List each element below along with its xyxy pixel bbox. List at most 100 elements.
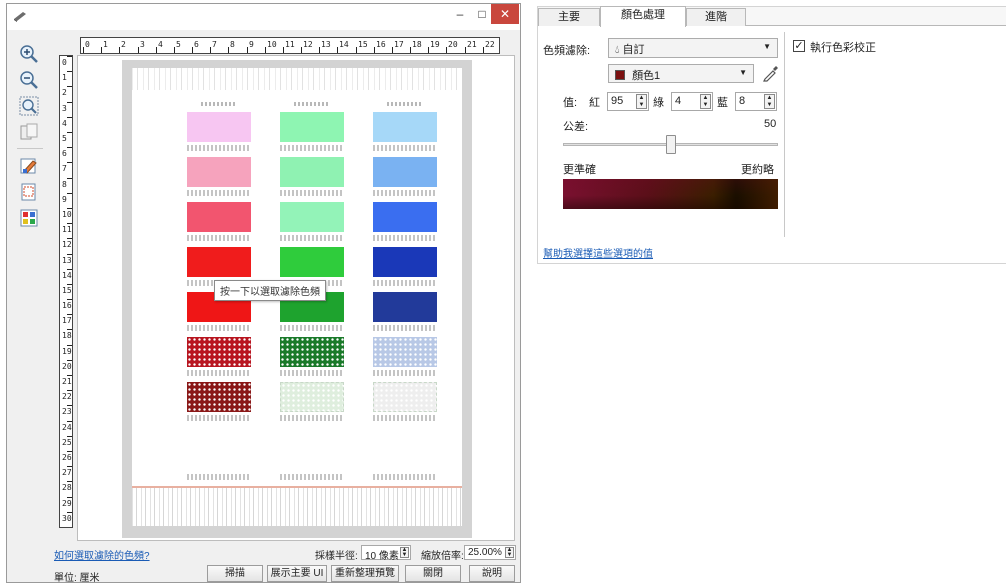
color-swatch-sample[interactable]: [187, 157, 251, 187]
swatch-label-noise: [373, 415, 437, 421]
red-value: 95: [611, 95, 624, 107]
ruler-label: 1: [103, 40, 108, 49]
color-swatch-sample[interactable]: [280, 157, 344, 187]
swatch-label-noise: [373, 474, 437, 480]
color-swatch-sample[interactable]: [280, 202, 344, 232]
horizontal-ruler: 0 1 2 3 4 5 6 7 8 9 10 11 12 13 14 15 16 17 18 19 20 21 22: [80, 37, 500, 54]
blue-value-stepper[interactable]: 8 ▲ ▼: [735, 92, 777, 111]
ruler-tick: [67, 132, 72, 133]
tab-advanced[interactable]: 進階: [686, 8, 746, 26]
close-window-button[interactable]: ✕: [491, 4, 519, 24]
page-fit-button[interactable]: [17, 120, 39, 142]
ruler-label: 22: [62, 392, 72, 401]
color-swatch-sample[interactable]: [373, 202, 437, 232]
color-dropout-label: 色頻濾除:: [543, 45, 591, 57]
ruler-tick: [174, 47, 175, 53]
scan-button[interactable]: 掃描: [207, 565, 263, 582]
color-pick-button[interactable]: [17, 154, 39, 176]
color-swatch-sample[interactable]: [187, 112, 251, 142]
color-swatch-sample[interactable]: [187, 382, 251, 412]
ruler-label: 18: [412, 40, 422, 49]
blue-value: 8: [739, 95, 746, 107]
color-swatch-sample[interactable]: [373, 337, 437, 367]
eyedropper-icon[interactable]: [762, 64, 780, 82]
ruler-label: 13: [62, 256, 72, 265]
color-swatch-sample[interactable]: [373, 112, 437, 142]
color-swatch-sample[interactable]: [373, 382, 437, 412]
red-value-stepper[interactable]: 95 ▲ ▼: [607, 92, 649, 111]
dropout-mode-select[interactable]: 💧︎ 自訂 ▼: [608, 38, 778, 58]
values-label: 值:: [563, 97, 578, 109]
preview-window: – □ ✕ 0 1 2 3 4 5 6 7 8 9 10 11 12 13 14 15 16 17 18 19 20 21…: [6, 3, 521, 584]
color-grid-button[interactable]: [17, 206, 39, 228]
color-swatch-sample[interactable]: [187, 202, 251, 232]
swatch-label-noise: [280, 325, 344, 331]
ruler-tick: [67, 481, 72, 482]
tab-color-processing[interactable]: 顏色處理: [600, 6, 686, 27]
ruler-label: 14: [62, 271, 72, 280]
color-swatch-sample[interactable]: [373, 157, 437, 187]
ruler-tick: [67, 284, 72, 285]
sample-radius-stepper[interactable]: 10 像素 ▲ ▼: [361, 545, 411, 562]
preview-canvas[interactable]: 按一下以選取濾除色頻: [77, 55, 515, 541]
color-select[interactable]: 顏色1 ▼: [608, 64, 754, 83]
ruler-tick: [67, 102, 72, 103]
zoom-fit-button[interactable]: [17, 94, 39, 116]
color-swatch-sample[interactable]: [187, 247, 251, 277]
ruler-tick: [410, 47, 411, 53]
ruler-label: 12: [303, 40, 313, 49]
sample-radius-value: 10 像素: [365, 551, 399, 562]
ruler-tick: [101, 47, 102, 53]
select-region-button[interactable]: [17, 180, 39, 202]
help-button[interactable]: 說明: [469, 565, 515, 582]
ruler-tick: [67, 238, 72, 239]
ruler-label: 6: [62, 149, 67, 158]
color-swatch-sample[interactable]: [280, 382, 344, 412]
ruler-tick: [67, 314, 72, 315]
toolbar-separator: [17, 148, 43, 149]
tab-main[interactable]: 主要: [538, 8, 600, 26]
spin-arrows-icon[interactable]: ▲ ▼: [505, 547, 514, 558]
color-correction-checkbox[interactable]: ✓: [793, 40, 805, 52]
ruler-label: 21: [62, 377, 72, 386]
ruler-label: 6: [194, 40, 199, 49]
zoom-in-icon: [20, 45, 38, 63]
ruler-tick: [228, 47, 229, 53]
panel-divider: [784, 32, 785, 237]
spin-arrows-icon[interactable]: ▲ ▼: [764, 94, 775, 109]
ruler-label: 19: [430, 40, 440, 49]
ruler-tick: [428, 47, 429, 53]
title-bar: – □ ✕: [7, 4, 520, 30]
dropout-help-link[interactable]: 如何選取濾除的色頻?: [54, 547, 150, 562]
tolerance-slider-thumb[interactable]: [665, 135, 676, 154]
spin-arrows-icon[interactable]: ▲ ▼: [700, 94, 711, 109]
ruler-tick: [67, 405, 72, 406]
green-value: 4: [675, 95, 682, 107]
ruler-tick: [265, 47, 266, 53]
ruler-label: 14: [339, 40, 349, 49]
color-swatch-sample[interactable]: [373, 247, 437, 277]
ruler-tick: [283, 47, 284, 53]
spin-arrows-icon[interactable]: ▲ ▼: [400, 547, 409, 558]
zoom-stepper[interactable]: 25.00% ▲ ▼: [464, 545, 516, 560]
options-help-link[interactable]: 幫助我選擇這些選項的值: [543, 245, 653, 260]
color-swatch-sample[interactable]: [280, 112, 344, 142]
zoom-out-button[interactable]: [17, 68, 39, 90]
ruler-label: 25: [62, 438, 72, 447]
color-swatch-sample[interactable]: [280, 247, 344, 277]
close-button[interactable]: 關閉: [405, 565, 461, 582]
show-main-ui-button[interactable]: 展示主要 UI: [267, 565, 327, 582]
ruler-label: 16: [376, 40, 386, 49]
color-swatch-sample[interactable]: [280, 337, 344, 367]
zoom-in-button[interactable]: [17, 42, 39, 64]
green-value-stepper[interactable]: 4 ▲ ▼: [671, 92, 713, 111]
ruler-label: 8: [62, 180, 67, 189]
ruler-label: 4: [62, 119, 67, 128]
color-swatch-sample[interactable]: [187, 337, 251, 367]
ruler-label: 2: [62, 88, 67, 97]
ruler-tick: [446, 47, 447, 53]
spin-arrows-icon[interactable]: ▲ ▼: [636, 94, 647, 109]
refresh-preview-button[interactable]: 重新整理預覽: [331, 565, 399, 582]
color-swatch-sample[interactable]: [373, 292, 437, 322]
ruler-tick: [192, 47, 193, 53]
